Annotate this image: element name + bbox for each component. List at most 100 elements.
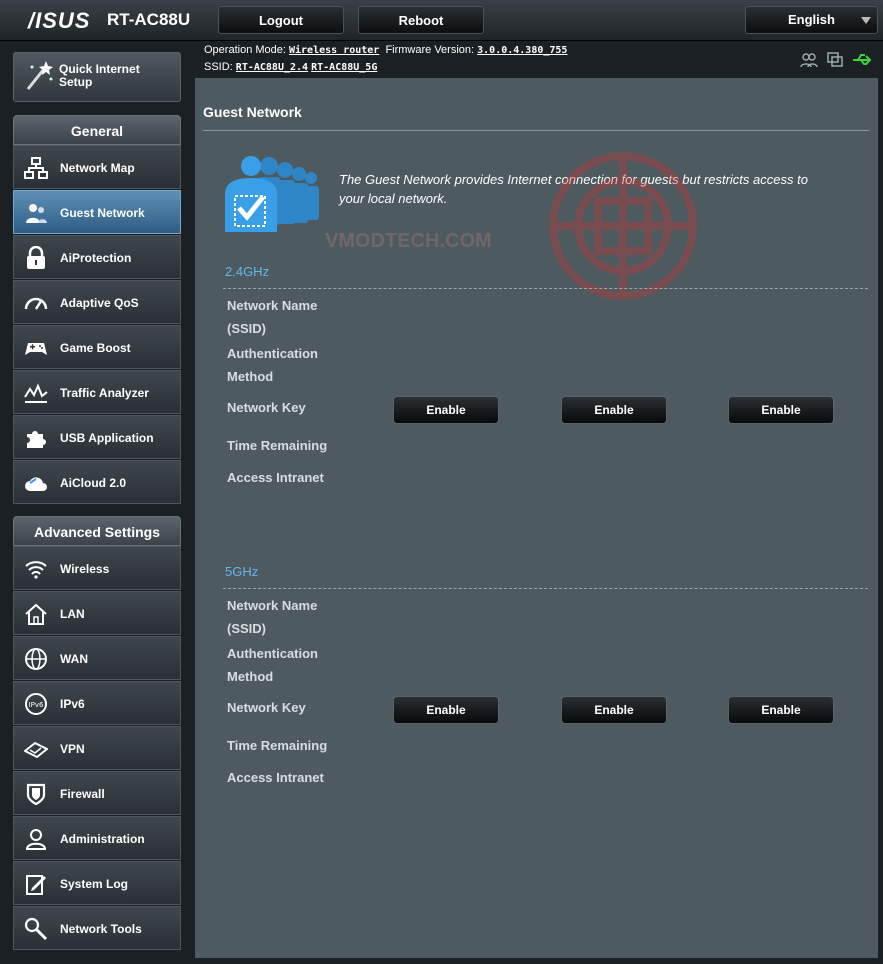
windows-icon[interactable] (827, 52, 843, 68)
home-icon (25, 603, 47, 625)
reboot-button[interactable]: Reboot (358, 6, 484, 34)
language-value: English (788, 12, 835, 27)
sidebar-item-network-tools[interactable]: Network Tools (13, 906, 181, 950)
enable-button-5-2[interactable]: Enable (561, 696, 667, 724)
gamepad-icon (25, 343, 47, 355)
sidebar-item-aicloud[interactable]: AiCloud 2.0 (13, 460, 181, 504)
ssid-label: SSID: (204, 61, 233, 73)
log-icon (26, 875, 46, 895)
sidebar-item-label: LAN (60, 607, 85, 621)
method-label: Method (227, 369, 274, 384)
op-mode-label: Operation Mode: (204, 44, 286, 56)
network-key-label: Network Key (227, 700, 306, 715)
ipv6-icon: IPv6 (25, 693, 47, 715)
op-mode-link[interactable]: Wireless router (289, 45, 379, 56)
sidebar-item-label: IPv6 (60, 697, 85, 711)
title-divider (203, 130, 869, 131)
usb-icon[interactable] (852, 52, 872, 68)
router-model: RT-AC88U (107, 10, 191, 29)
ssid-label: (SSID) (227, 621, 266, 636)
sidebar-item-label: AiCloud 2.0 (60, 476, 127, 490)
time-remaining-label: Time Remaining (227, 738, 328, 753)
sidebar-item-label: AiProtection (60, 251, 132, 265)
guest-network-icon (26, 204, 47, 223)
access-intranet-label: Access Intranet (227, 470, 324, 485)
traffic-chart-icon (24, 383, 48, 403)
general-section-header: General (13, 115, 181, 145)
ssid-24-link[interactable]: RT-AC88U_2.4 (236, 62, 308, 73)
logout-button[interactable]: Logout (218, 6, 344, 34)
user-icon (25, 829, 47, 850)
enable-button-5-3[interactable]: Enable (728, 696, 834, 724)
shield-icon (26, 783, 46, 806)
sidebar-item-label: WAN (60, 652, 88, 666)
sidebar-item-wireless[interactable]: Wireless (13, 546, 181, 590)
access-intranet-label: Access Intranet (227, 770, 324, 785)
sidebar-item-ipv6[interactable]: IPv6 IPv6 (13, 681, 181, 725)
advanced-settings-header: Advanced Settings (13, 516, 181, 546)
sidebar-item-vpn[interactable]: VPN (13, 726, 181, 770)
sidebar-item-label: Network Map (60, 161, 135, 175)
sidebar-item-game-boost[interactable]: Game Boost (13, 325, 181, 369)
sidebar-item-label: Traffic Analyzer (60, 386, 149, 400)
watermark-text: VMODTECH.COM (325, 230, 492, 252)
sidebar-item-traffic-analyzer[interactable]: Traffic Analyzer (13, 370, 181, 414)
sidebar-item-label: VPN (60, 742, 85, 756)
sidebar-item-aiprotection[interactable]: AiProtection (13, 235, 181, 279)
authentication-label: Authentication (227, 646, 318, 661)
method-label: Method (227, 669, 274, 684)
enable-button-24-3[interactable]: Enable (728, 396, 834, 424)
chevron-down-icon (861, 17, 871, 24)
sidebar-item-label: System Log (60, 877, 129, 891)
authentication-label: Authentication (227, 346, 318, 361)
sidebar-item-label: Network Tools (60, 922, 142, 936)
firmware-label: Firmware Version: (385, 44, 475, 56)
sidebar-item-lan[interactable]: LAN (13, 591, 181, 635)
enable-button-5-1[interactable]: Enable (393, 696, 499, 724)
vpn-icon (24, 741, 48, 759)
enable-button-24-1[interactable]: Enable (393, 396, 499, 424)
sidebar-item-guest-network[interactable]: Guest Network (13, 190, 181, 234)
sidebar-item-wan[interactable]: WAN (13, 636, 181, 680)
qis-label-1: Quick Internet (59, 62, 140, 76)
status-icons (800, 52, 872, 68)
status-info: Operation Mode: Wireless router Firmware… (204, 42, 567, 76)
band-24-title: 2.4GHz (225, 264, 270, 279)
sidebar-item-label: Wireless (60, 562, 110, 576)
firmware-link[interactable]: 3.0.0.4.380_755 (477, 45, 567, 56)
sidebar-item-label: Game Boost (60, 341, 131, 355)
speedometer-icon (24, 297, 48, 310)
sidebar-item-label: Administration (60, 832, 145, 846)
page-title: Guest Network (203, 104, 302, 120)
qis-label-2: Setup (59, 75, 93, 89)
clients-icon[interactable] (800, 52, 818, 68)
language-select[interactable]: English (745, 6, 878, 34)
time-remaining-label: Time Remaining (227, 438, 328, 453)
sidebar-item-firewall[interactable]: Firewall (13, 771, 181, 815)
sidebar-item-label: Firewall (60, 787, 105, 801)
sidebar-item-adaptive-qos[interactable]: Adaptive QoS (13, 280, 181, 324)
cloud-icon (25, 477, 47, 491)
sidebar-item-label: USB Application (60, 431, 154, 445)
globe-icon (25, 648, 47, 670)
sidebar-item-administration[interactable]: Administration (13, 816, 181, 860)
magic-wand-icon (26, 61, 53, 90)
main-panel: Guest Network The Guest Network provides… (195, 78, 878, 958)
sidebar-item-label: Guest Network (60, 206, 145, 220)
quick-internet-setup-button[interactable]: Quick Internet Setup (13, 52, 181, 102)
lock-icon (27, 246, 45, 269)
asus-logo: /ISUS (28, 8, 91, 33)
sidebar-item-system-log[interactable]: System Log (13, 861, 181, 905)
svg-text:IPv6: IPv6 (29, 701, 44, 709)
wifi-icon (25, 561, 47, 579)
puzzle-icon (27, 431, 46, 448)
network-name-label: Network Name (227, 598, 318, 613)
network-key-label: Network Key (227, 400, 306, 415)
ssid-5-link[interactable]: RT-AC88U_5G (311, 62, 377, 73)
network-name-label: Network Name (227, 298, 318, 313)
sidebar-item-network-map[interactable]: Network Map (13, 145, 181, 189)
enable-button-24-2[interactable]: Enable (561, 396, 667, 424)
ssid-label: (SSID) (227, 321, 266, 336)
top-bar: /ISUS RT-AC88U Logout Reboot English (0, 0, 883, 41)
sidebar-item-usb-application[interactable]: USB Application (13, 415, 181, 459)
